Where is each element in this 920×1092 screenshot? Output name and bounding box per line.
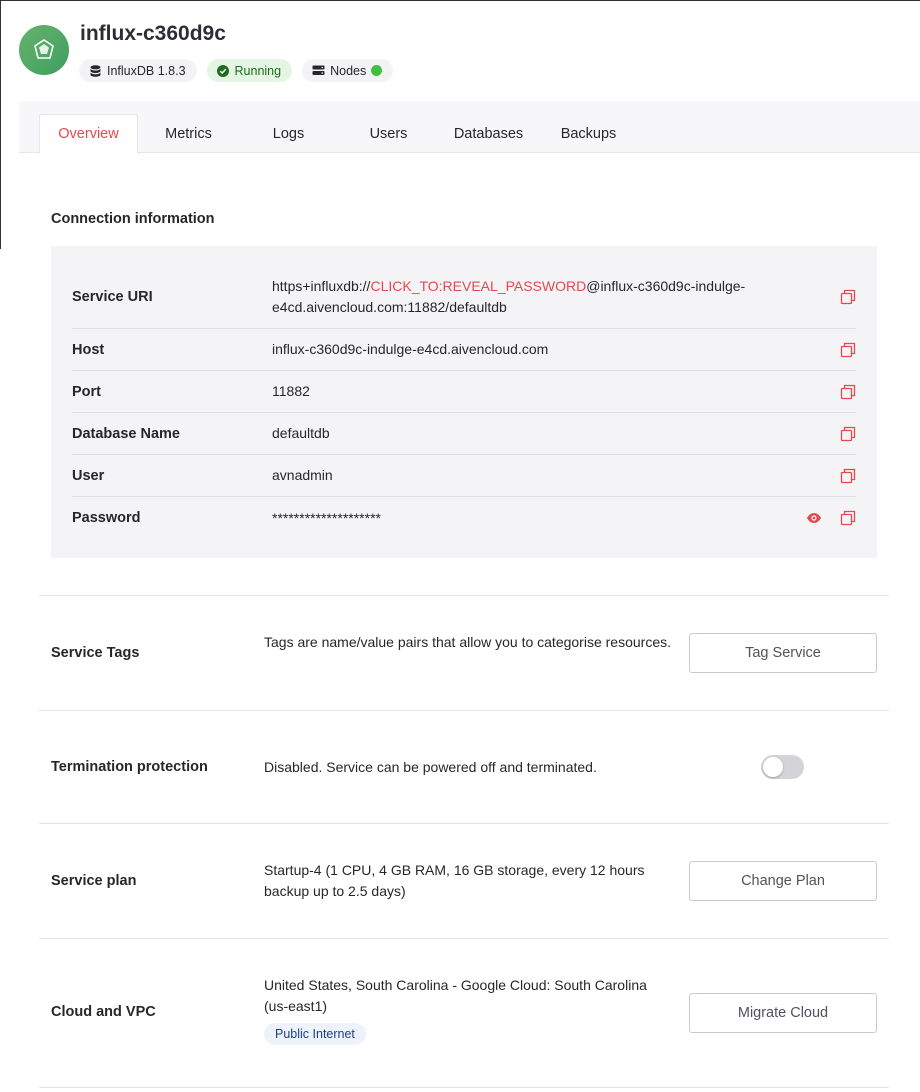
host-label: Host — [72, 341, 105, 358]
termination-protection-description: Disabled. Service can be powered off and… — [264, 759, 597, 775]
eye-icon[interactable] — [806, 510, 822, 526]
reveal-password-link[interactable]: CLICK_TO:REVEAL_PASSWORD — [370, 278, 586, 294]
section-divider — [39, 938, 889, 939]
tab-overview[interactable]: Overview — [39, 114, 138, 154]
password-value[interactable]: ******************** — [272, 508, 782, 529]
tab-logs[interactable]: Logs — [239, 114, 338, 154]
tag-service-button[interactable]: Tag Service — [689, 633, 877, 673]
service-plan-label: Service plan — [51, 873, 137, 889]
password-label: Password — [72, 510, 141, 526]
check-circle-icon — [217, 64, 230, 77]
connection-info-title: Connection information — [51, 211, 215, 227]
tab-metrics[interactable]: Metrics — [139, 114, 238, 154]
copy-icon[interactable] — [840, 426, 856, 442]
connection-row-port: Port 11882 — [72, 371, 856, 413]
database-name-label: Database Name — [72, 425, 180, 442]
database-icon — [89, 64, 102, 77]
user-label: User — [72, 467, 105, 484]
connection-row-database-name: Database Name defaultdb — [72, 413, 856, 455]
service-badges: InfluxDB 1.8.3 Running Nodes — [79, 59, 394, 82]
version-label: InfluxDB 1.8.3 — [107, 63, 186, 78]
version-badge: InfluxDB 1.8.3 — [79, 59, 197, 82]
service-plan-description: Startup-4 (1 CPU, 4 GB RAM, 16 GB storag… — [264, 862, 645, 899]
section-divider — [39, 823, 889, 824]
connection-row-password: Password ******************** — [72, 497, 856, 539]
service-uri-label: Service URI — [72, 289, 153, 305]
database-name-value[interactable]: defaultdb — [272, 423, 782, 444]
termination-protection-toggle[interactable] — [761, 755, 804, 779]
connection-info-panel: Service URI https+influxdb://CLICK_TO:RE… — [51, 246, 877, 558]
cloud-vpc-label: Cloud and VPC — [51, 1004, 156, 1020]
host-value[interactable]: influx-c360d9c-indulge-e4cd.aivencloud.c… — [272, 339, 782, 360]
status-label: Running — [234, 63, 282, 78]
copy-icon[interactable] — [840, 342, 856, 358]
service-tags-label: Service Tags — [51, 645, 140, 661]
cloud-vpc-description: United States, South Carolina - Google C… — [264, 977, 647, 1014]
termination-protection-label: Termination protection — [51, 759, 208, 775]
user-value[interactable]: avnadmin — [272, 465, 782, 486]
copy-icon[interactable] — [840, 510, 856, 526]
window-top-border — [0, 0, 920, 1]
section-divider — [39, 595, 889, 596]
connection-row-user: User avnadmin — [72, 455, 856, 497]
nodes-label: Nodes — [330, 63, 367, 78]
tab-users[interactable]: Users — [339, 114, 438, 154]
change-plan-button[interactable]: Change Plan — [689, 861, 877, 901]
port-value[interactable]: 11882 — [272, 381, 782, 402]
connection-row-service-uri: Service URI https+influxdb://CLICK_TO:RE… — [72, 266, 856, 329]
copy-icon[interactable] — [840, 289, 856, 305]
tab-bar: Overview Metrics Logs Users Databases Ba… — [19, 101, 920, 154]
section-divider — [39, 1087, 889, 1088]
service-uri-prefix: https+influxdb:// — [272, 278, 371, 294]
network-tag-badge: Public Internet — [264, 1023, 366, 1045]
service-title: influx-c360d9c — [80, 22, 226, 45]
connection-row-host: Host influx-c360d9c-indulge-e4cd.aivencl… — [72, 329, 856, 371]
copy-icon[interactable] — [840, 468, 856, 484]
port-label: Port — [72, 383, 101, 400]
server-icon — [312, 64, 325, 77]
toggle-knob — [763, 757, 783, 777]
nodes-badge[interactable]: Nodes — [302, 59, 394, 82]
migrate-cloud-button[interactable]: Migrate Cloud — [689, 993, 877, 1033]
service-tags-description: Tags are name/value pairs that allow you… — [264, 634, 671, 650]
service-uri-value[interactable]: https+influxdb://CLICK_TO:REVEAL_PASSWOR… — [272, 276, 782, 318]
influxdb-icon — [34, 39, 54, 59]
status-badge: Running — [206, 59, 293, 82]
copy-icon[interactable] — [840, 384, 856, 400]
section-divider — [39, 710, 889, 711]
tab-backups[interactable]: Backups — [539, 114, 638, 154]
service-logo — [19, 25, 69, 75]
tab-databases[interactable]: Databases — [439, 114, 538, 154]
window-left-border — [0, 0, 1, 249]
node-status-dot — [371, 65, 383, 76]
